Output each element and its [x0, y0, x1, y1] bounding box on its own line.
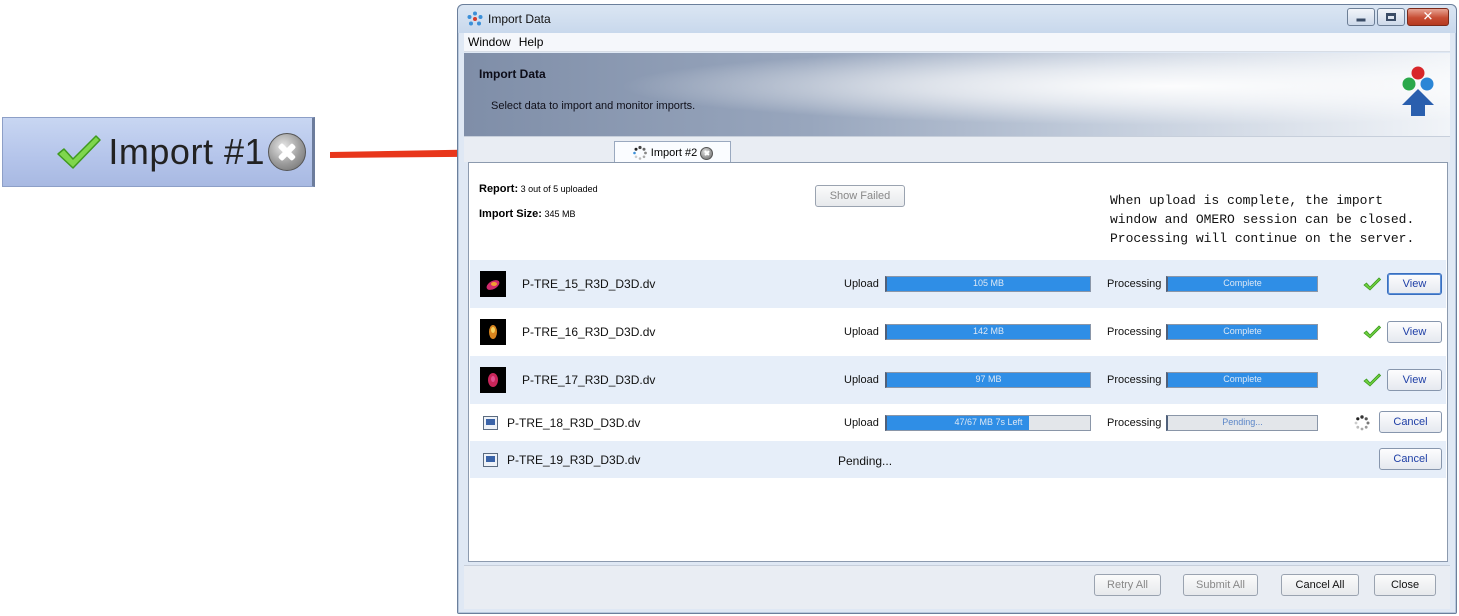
zoomed-tab-callout: Import #1 — [2, 117, 315, 187]
close-button[interactable]: Close — [1374, 574, 1436, 596]
upload-progress-bar: 47/67 MB 7s Left — [885, 415, 1091, 431]
upload-notice: When upload is complete, the import wind… — [1110, 191, 1414, 248]
complete-check-icon — [1363, 277, 1381, 291]
image-thumbnail — [480, 319, 506, 345]
view-button[interactable]: View — [1387, 273, 1442, 295]
tab-import-2[interactable]: Import #2 — [614, 141, 731, 164]
minimize-button[interactable] — [1347, 8, 1375, 26]
file-row: P-TRE_18_R3D_D3D.dv Upload 47/67 MB 7s L… — [470, 404, 1446, 441]
callout-tab-label: Import #1 — [108, 131, 265, 172]
upload-label: Upload — [844, 326, 879, 338]
complete-check-icon — [1363, 325, 1381, 339]
busy-spinner-icon — [1354, 415, 1370, 431]
upload-label: Upload — [844, 278, 879, 290]
close-tab-icon[interactable] — [700, 146, 714, 160]
file-name: P-TRE_15_R3D_D3D.dv — [522, 277, 656, 291]
checkmark-icon — [57, 135, 102, 169]
file-row: P-TRE_16_R3D_D3D.dv Upload 142 MB Proces… — [470, 308, 1446, 356]
upload-progress-text: 105 MB — [972, 278, 1005, 288]
import-window: Import Data ✕ Window Help Import Data Se… — [457, 4, 1457, 614]
file-icon — [483, 453, 498, 467]
processing-progress-text: Complete — [1223, 326, 1262, 336]
image-thumbnail — [480, 367, 506, 393]
close-window-button[interactable]: ✕ — [1407, 8, 1449, 26]
import-panel: Report: 3 out of 5 uploaded Import Size:… — [468, 162, 1448, 562]
window-controls: ✕ — [1347, 8, 1449, 26]
show-failed-button[interactable]: Show Failed — [815, 185, 905, 207]
maximize-button[interactable] — [1377, 8, 1405, 26]
submit-all-button[interactable]: Submit All — [1183, 574, 1258, 596]
import-tabs: Import #2 — [464, 136, 1450, 164]
footer-bar: Retry All Submit All Cancel All Close — [464, 565, 1450, 609]
import-logo-icon — [1402, 66, 1434, 116]
omero-app-icon — [467, 11, 483, 26]
report-label: Report: — [479, 183, 519, 195]
file-name: P-TRE_19_R3D_D3D.dv — [507, 453, 641, 467]
processing-label: Processing — [1107, 278, 1162, 290]
cancel-all-button[interactable]: Cancel All — [1281, 574, 1359, 596]
processing-progress-text: Complete — [1223, 374, 1262, 384]
retry-all-button[interactable]: Retry All — [1094, 574, 1161, 596]
cancel-button[interactable]: Cancel — [1379, 448, 1442, 470]
processing-progress-text: Complete — [1223, 278, 1262, 288]
tab-import-1[interactable] — [476, 143, 604, 163]
pending-status: Pending... — [838, 454, 893, 468]
notice-line-3: Processing will continue on the server. — [1110, 231, 1415, 246]
file-row: P-TRE_17_R3D_D3D.dv Upload 97 MB Process… — [470, 356, 1446, 404]
file-row: P-TRE_15_R3D_D3D.dv Upload 105 MB Proces… — [470, 260, 1446, 308]
file-name: P-TRE_16_R3D_D3D.dv — [522, 325, 656, 339]
processing-label: Processing — [1107, 374, 1162, 386]
upload-progress-text: 142 MB — [972, 326, 1005, 336]
file-row: P-TRE_19_R3D_D3D.dv Pending... Cancel — [470, 441, 1446, 478]
minimize-icon — [1356, 18, 1366, 22]
file-name: P-TRE_18_R3D_D3D.dv — [507, 416, 641, 430]
image-thumbnail — [480, 271, 506, 297]
file-icon — [483, 416, 498, 430]
file-name: P-TRE_17_R3D_D3D.dv — [522, 373, 656, 387]
view-button[interactable]: View — [1387, 369, 1442, 391]
processing-progress-bar: Complete — [1166, 372, 1318, 388]
upload-progress-bar: 142 MB — [885, 324, 1091, 340]
notice-line-2: window and OMERO session can be closed. — [1110, 212, 1415, 227]
upload-label: Upload — [844, 417, 879, 429]
close-circle-icon — [268, 133, 306, 171]
upload-label: Upload — [844, 374, 879, 386]
tab-label: Import #2 — [650, 147, 698, 159]
processing-label: Processing — [1107, 326, 1162, 338]
menu-help[interactable]: Help — [519, 35, 544, 49]
title-bar: Import Data ✕ — [458, 5, 1456, 33]
import-size-value: 345 MB — [544, 209, 576, 219]
banner-title: Import Data — [479, 67, 546, 81]
processing-progress-text: Pending... — [1222, 417, 1263, 427]
menu-window[interactable]: Window — [468, 35, 511, 49]
report-summary: Report: 3 out of 5 uploaded — [479, 183, 598, 195]
notice-line-1: When upload is complete, the import — [1110, 193, 1384, 208]
import-size-label: Import Size: — [479, 208, 542, 220]
processing-progress-bar: Complete — [1166, 276, 1318, 292]
menu-bar: Window Help — [464, 33, 1450, 52]
maximize-icon — [1386, 13, 1396, 21]
window-title: Import Data — [488, 12, 551, 26]
processing-label: Processing — [1107, 417, 1162, 429]
upload-progress-bar: 105 MB — [885, 276, 1091, 292]
upload-progress-text: 47/67 MB 7s Left — [954, 417, 1023, 427]
cancel-button[interactable]: Cancel — [1379, 411, 1442, 433]
loading-spinner-icon — [632, 145, 647, 160]
banner-subtitle: Select data to import and monitor import… — [491, 100, 696, 112]
view-button[interactable]: View — [1387, 321, 1442, 343]
upload-progress-text: 97 MB — [975, 374, 1002, 384]
processing-progress-bar: Pending... — [1166, 415, 1318, 431]
upload-progress-bar: 97 MB — [885, 372, 1091, 388]
processing-progress-bar: Complete — [1166, 324, 1318, 340]
complete-check-icon — [1363, 373, 1381, 387]
import-size: Import Size: 345 MB — [479, 208, 576, 220]
report-value: 3 out of 5 uploaded — [520, 184, 598, 194]
header-banner: Import Data Select data to import and mo… — [464, 53, 1450, 136]
close-icon: ✕ — [1422, 9, 1434, 25]
